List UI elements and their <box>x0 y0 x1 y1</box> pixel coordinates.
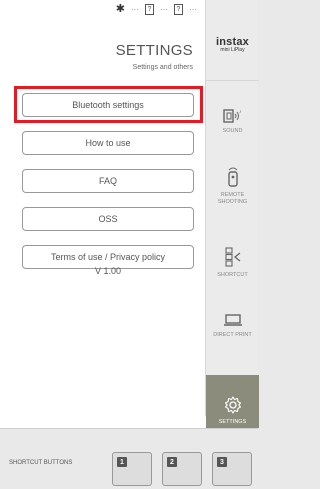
instax-logo: instax mini LiPlay <box>206 37 259 53</box>
sidebar-item-label: SHORTCUT <box>217 272 248 278</box>
shortcut-number: 2 <box>167 457 177 467</box>
card2-status-dots: ··· <box>189 5 197 14</box>
faq-button[interactable]: FAQ <box>22 169 194 193</box>
status-bar: ✱ ··· ? ··· ? ··· <box>116 4 197 15</box>
shortcut-buttons-label: SHORTCUT BUTTONS <box>9 460 73 466</box>
sidebar-item-label: DIRECT PRINT <box>213 332 252 338</box>
shortcut-button-3[interactable]: 3 <box>212 452 252 486</box>
sidebar-item-label: SOUND <box>222 128 243 134</box>
sidebar-item-sound[interactable]: ♪ SOUND <box>206 108 259 135</box>
direct-print-icon <box>223 314 242 326</box>
highlight-box <box>14 86 203 123</box>
sidebar-item-direct-print[interactable]: DIRECT PRINT <box>206 312 259 339</box>
sidebar: instax mini LiPlay ♪ SOUND REMOTE SHOOTI… <box>200 0 259 428</box>
page-title: SETTINGS <box>115 42 193 59</box>
sidebar-item-shortcut[interactable]: SHORTCUT <box>206 246 259 279</box>
svg-text:♪: ♪ <box>239 109 242 115</box>
logo-line2: mini LiPlay <box>220 47 245 53</box>
sidebar-item-label: SETTINGS <box>218 419 247 425</box>
sidebar-divider <box>206 80 259 81</box>
oss-button[interactable]: OSS <box>22 207 194 231</box>
bluetooth-status-dots: ··· <box>131 5 139 14</box>
gear-icon <box>224 396 241 414</box>
shortcut-button-1[interactable]: 1 <box>112 452 152 486</box>
shortcut-number: 3 <box>217 457 227 467</box>
printer-card-icon-1: ? <box>145 4 154 15</box>
how-to-use-button[interactable]: How to use <box>22 131 194 155</box>
sidebar-item-label: REMOTE SHOOTING <box>217 192 248 205</box>
page-subtitle: Settings and others <box>132 64 193 71</box>
sidebar-item-settings[interactable]: SETTINGS <box>200 375 259 428</box>
card1-status-dots: ··· <box>160 5 168 14</box>
version-text: V 1.00 <box>94 266 122 276</box>
sidebar-item-remote-shooting[interactable]: REMOTE SHOOTING <box>206 166 259 205</box>
bluetooth-icon: ✱ <box>115 3 125 15</box>
sound-icon: ♪ <box>222 109 242 123</box>
settings-panel: ✱ ··· ? ··· ? ··· SETTINGS Settings and … <box>0 0 205 428</box>
shortcut-bar: SHORTCUT BUTTONS 1 2 3 <box>0 428 258 489</box>
remote-shooting-icon <box>227 167 238 187</box>
shortcut-number: 1 <box>117 457 127 467</box>
active-pointer <box>200 416 206 428</box>
shortcut-button-2[interactable]: 2 <box>162 452 202 486</box>
printer-card-icon-2: ? <box>174 4 183 15</box>
shortcut-icon <box>224 247 240 267</box>
